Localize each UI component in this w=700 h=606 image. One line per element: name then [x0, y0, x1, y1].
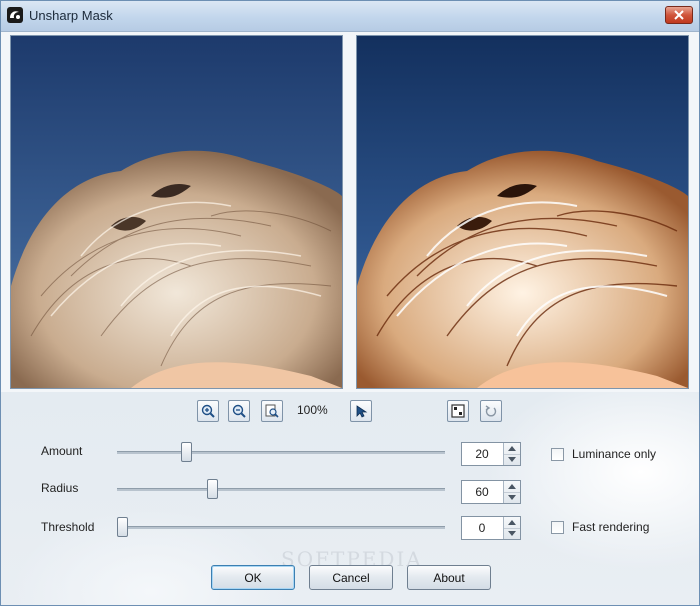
threshold-slider-thumb[interactable] [117, 517, 128, 537]
radius-slider-track[interactable] [117, 488, 445, 491]
reset-icon [485, 405, 497, 417]
threshold-spin-arrows [503, 517, 520, 539]
controls-panel: SOFTPEDIA 100% Amount 20 Luminance only … [1, 392, 699, 605]
amount-spin-arrows [503, 443, 520, 465]
sharpened-preview[interactable] [356, 35, 689, 389]
fast-rendering-label[interactable]: Fast rendering [572, 520, 649, 534]
zoom-in-button[interactable] [197, 400, 219, 422]
fast-rendering-checkbox[interactable] [551, 521, 564, 534]
window-title: Unsharp Mask [29, 8, 113, 23]
ok-button[interactable]: OK [211, 565, 295, 590]
close-button[interactable] [665, 6, 693, 24]
luminance-only-checkbox[interactable] [551, 448, 564, 461]
preview-area [1, 32, 699, 392]
zoom-fit-button[interactable] [261, 400, 283, 422]
radius-value[interactable]: 60 [462, 485, 502, 499]
reset-button[interactable] [480, 400, 502, 422]
amount-slider-thumb[interactable] [181, 442, 192, 462]
radius-slider-thumb[interactable] [207, 479, 218, 499]
about-button[interactable]: About [407, 565, 491, 590]
unsharp-mask-dialog: Unsharp Mask SOFTPEDIA 100% Amount 20 Lu… [0, 0, 700, 606]
threshold-spinbox[interactable]: 0 [461, 516, 521, 540]
amount-decrement-button[interactable] [504, 454, 520, 465]
threshold-value[interactable]: 0 [462, 521, 502, 535]
split-view-button[interactable] [447, 400, 469, 422]
luminance-only-label[interactable]: Luminance only [572, 447, 656, 461]
arrow-down-icon [508, 495, 516, 500]
zoom-out-icon [232, 404, 246, 418]
close-icon [674, 10, 684, 20]
radius-spinbox[interactable]: 60 [461, 480, 521, 504]
zoom-out-button[interactable] [228, 400, 250, 422]
threshold-decrement-button[interactable] [504, 528, 520, 539]
radius-decrement-button[interactable] [504, 492, 520, 503]
radius-spin-arrows [503, 481, 520, 503]
threshold-label: Threshold [41, 520, 95, 534]
arrow-down-icon [508, 531, 516, 536]
amount-spinbox[interactable]: 20 [461, 442, 521, 466]
amount-value[interactable]: 20 [462, 447, 502, 461]
arrow-up-icon [508, 520, 516, 525]
zoom-in-icon [201, 404, 215, 418]
zoom-fit-icon [265, 404, 279, 418]
amount-slider-track[interactable] [117, 451, 445, 454]
hand-tool-icon [356, 405, 368, 418]
threshold-slider-track[interactable] [117, 526, 445, 529]
radius-label: Radius [41, 481, 79, 495]
zoom-level: 100% [297, 403, 328, 417]
app-logo-icon [7, 7, 23, 23]
hand-tool-button[interactable] [350, 400, 372, 422]
arrow-up-icon [508, 446, 516, 451]
cancel-button[interactable]: Cancel [309, 565, 393, 590]
arrow-up-icon [508, 484, 516, 489]
original-preview[interactable] [10, 35, 343, 389]
arrow-down-icon [508, 457, 516, 462]
title-bar[interactable]: Unsharp Mask [1, 1, 699, 32]
split-view-icon [451, 404, 465, 418]
amount-label: Amount [41, 444, 83, 458]
